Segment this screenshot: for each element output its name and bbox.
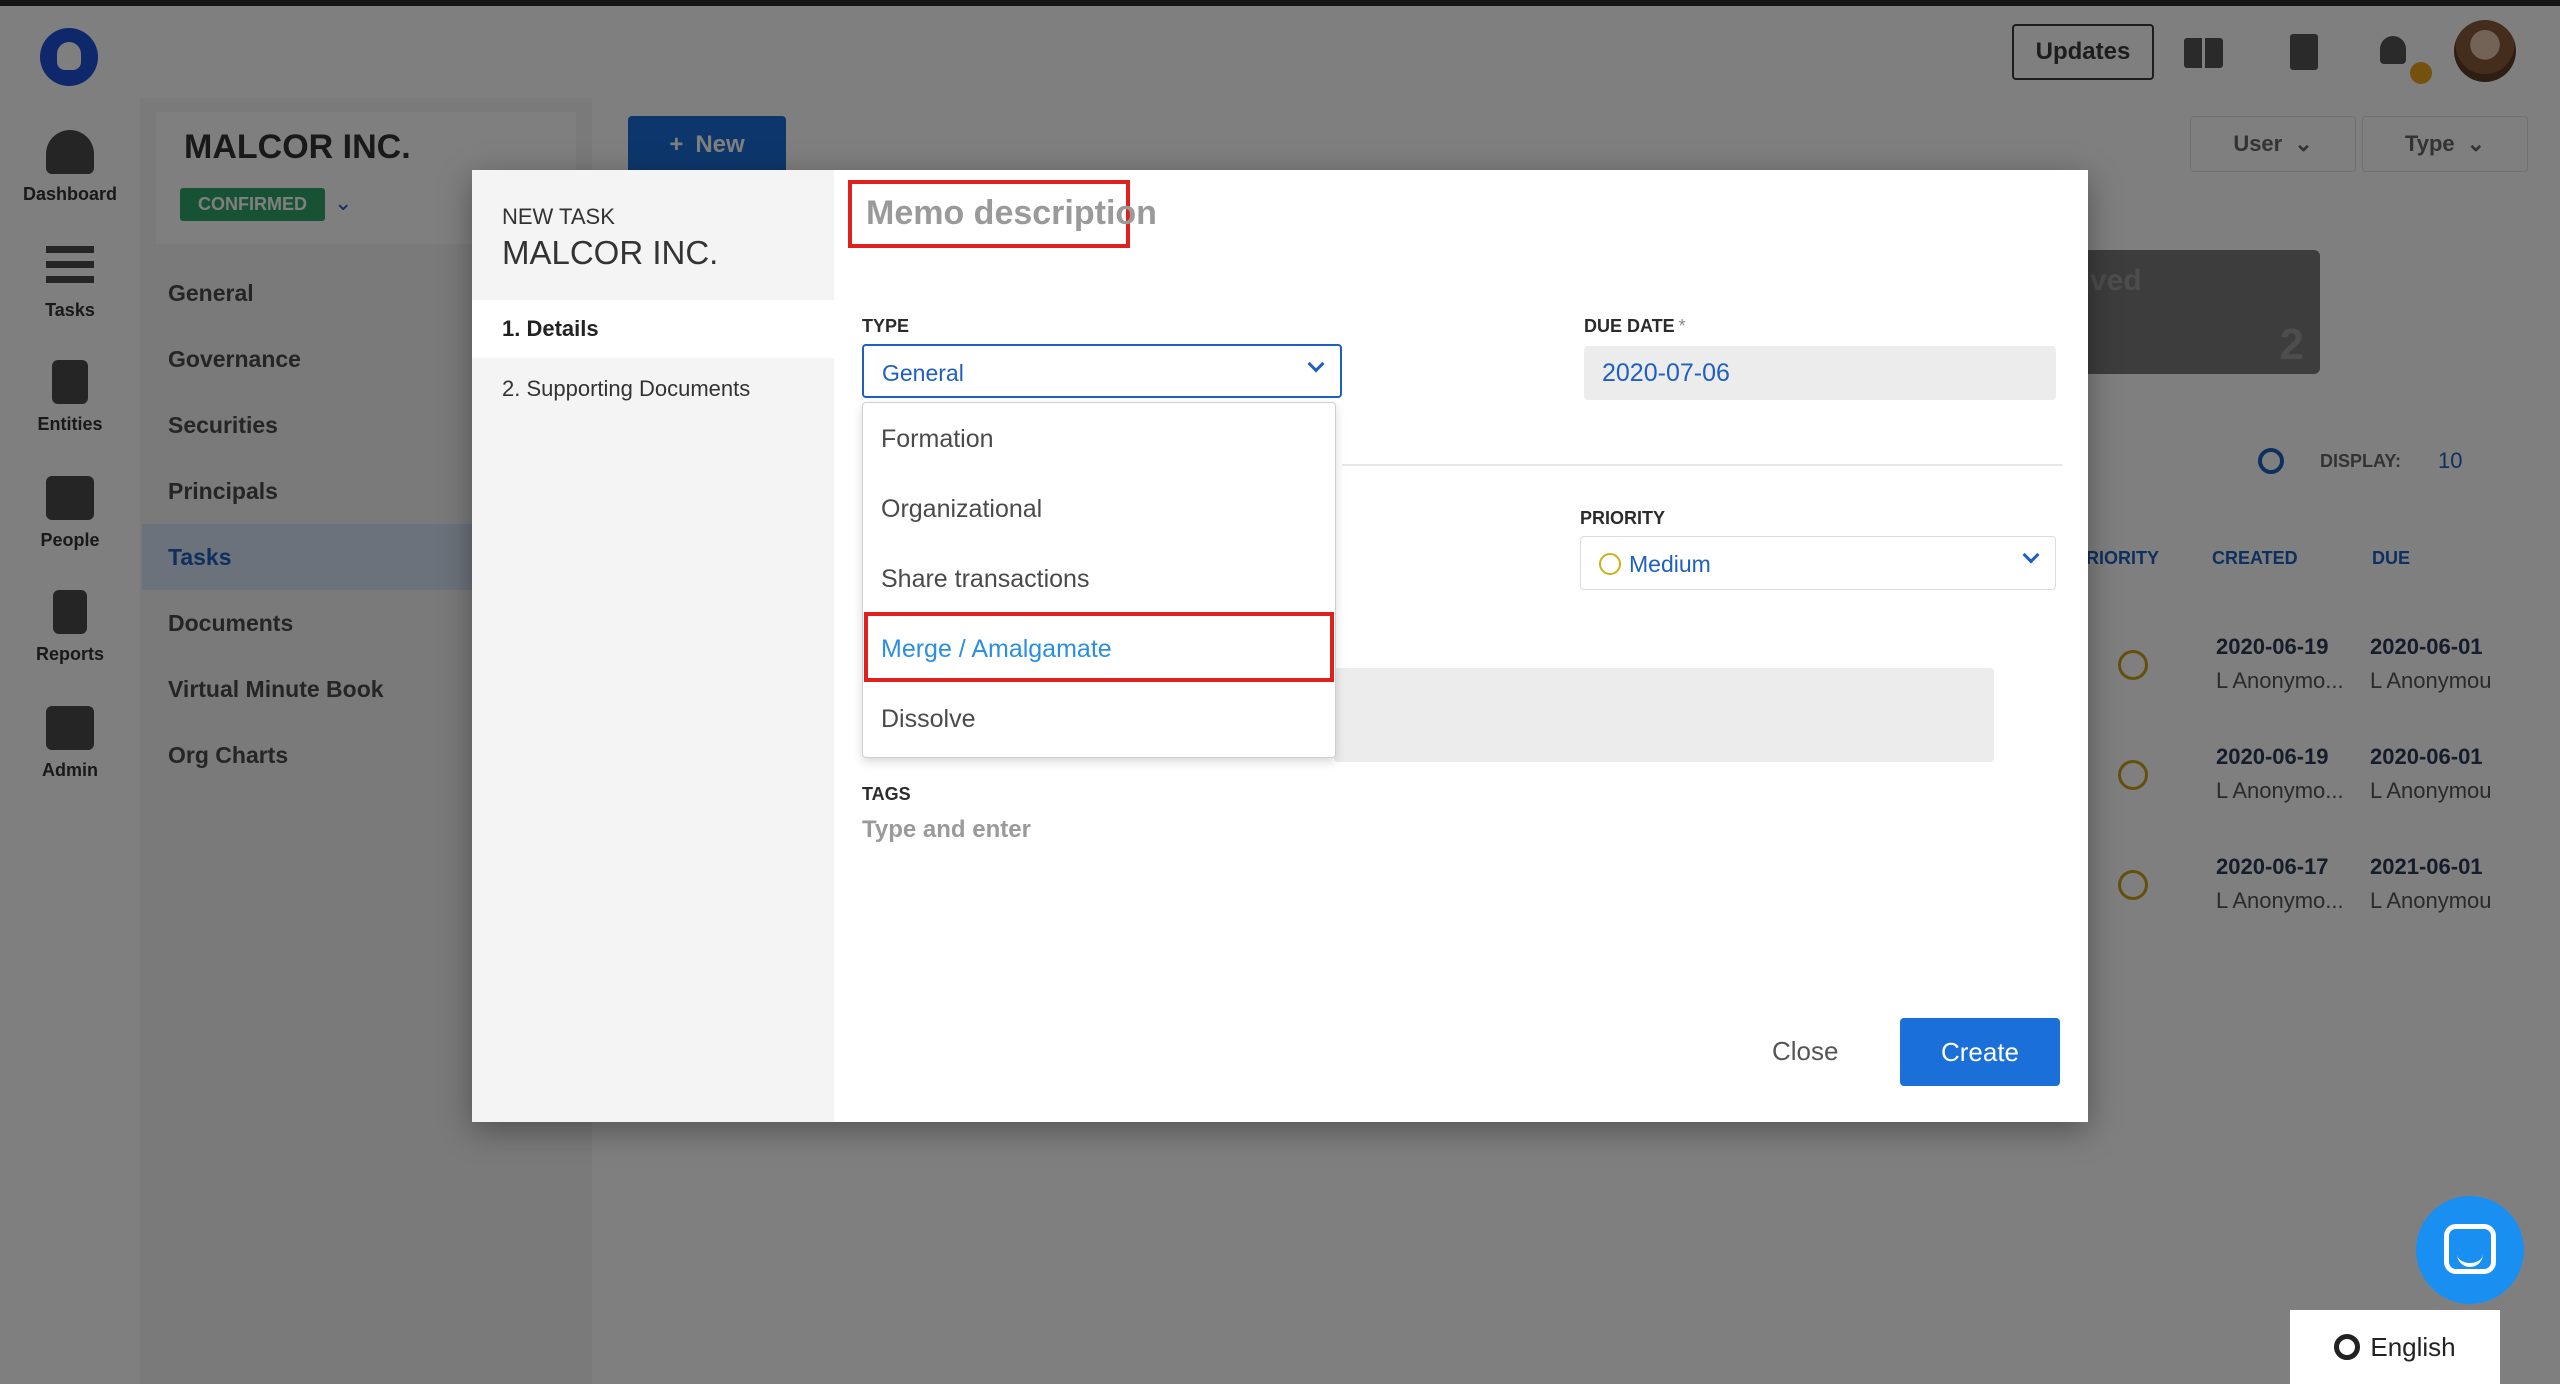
type-label: TYPE [862,316,910,336]
new-task-label: NEW TASK [502,204,615,229]
step-supporting-documents[interactable]: 2. Supporting Documents [502,376,750,402]
priority-circle-icon [1599,553,1621,575]
priority-label: PRIORITY [1580,508,1666,528]
priority-select[interactable]: Medium [1580,536,2056,590]
tags-label: TAGS [862,784,911,804]
section-divider [1342,464,2062,466]
tags-input[interactable]: Type and enter [862,816,1031,844]
language-selector[interactable]: English [2290,1310,2500,1384]
chat-icon [2444,1224,2496,1274]
type-option-share-transactions[interactable]: Share transactions [863,543,1337,613]
language-label: English [2370,1331,2456,1362]
new-task-modal: NEW TASK MALCOR INC. 1. Details 2. Suppo… [472,170,2088,1122]
due-date-field[interactable]: 2020-07-06 [1584,346,2056,400]
step-details[interactable]: 1. Details [472,300,834,358]
create-button[interactable]: Create [1900,1018,2060,1086]
globe-icon [2334,1334,2361,1360]
type-option-organizational[interactable]: Organizational [863,473,1337,543]
type-select[interactable]: General [862,344,1342,398]
required-marker: * [1678,316,1686,336]
type-option-dissolve[interactable]: Dissolve [863,683,1337,753]
priority-select-value: Medium [1629,551,1711,577]
due-date-label-text: DUE DATE [1584,316,1675,336]
chevron-down-icon [2022,546,2040,564]
modal-company-name: MALCOR INC. [502,234,719,271]
modal-title: Memo description [866,194,1157,232]
close-button[interactable]: Close [1772,1036,1838,1067]
step-details-label: 1. Details [502,316,599,341]
type-option-formation[interactable]: Formation [863,403,1337,473]
due-date-label: DUE DATE * [1584,316,1686,337]
memo-title-highlight: Memo description [848,180,1157,248]
type-select-value: General [882,360,964,386]
option-highlight-box [864,612,1334,682]
modal-steps-panel: NEW TASK MALCOR INC. 1. Details 2. Suppo… [472,170,834,1122]
due-date-value: 2020-07-06 [1602,359,1730,387]
chat-launcher-button[interactable] [2416,1196,2524,1304]
chevron-down-icon [1307,355,1325,373]
description-field[interactable] [1334,668,1994,762]
type-dropdown-menu: Formation Organizational Share transacti… [862,402,1336,758]
